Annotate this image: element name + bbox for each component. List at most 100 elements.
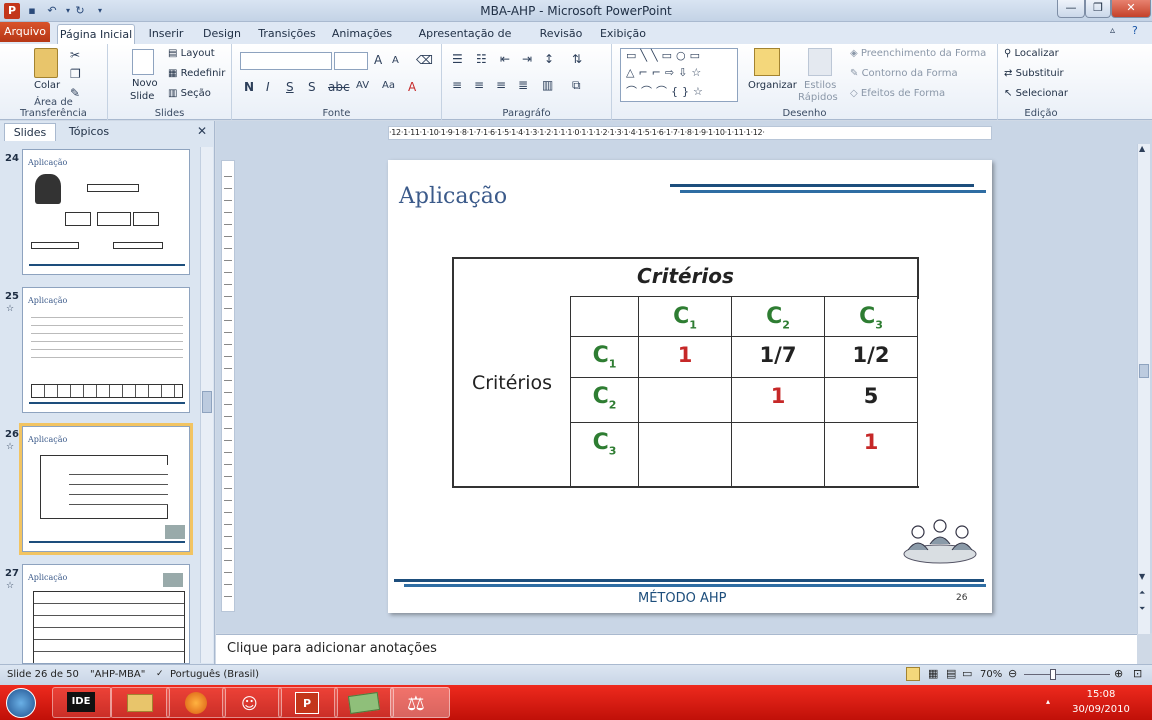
text-direction-icon[interactable]: ⇅ [572, 52, 582, 66]
shadow-icon[interactable]: S [308, 80, 316, 94]
new-slide-label-2[interactable]: Slide [130, 91, 154, 102]
minimize-ribbon-icon[interactable]: ▵ [1110, 25, 1115, 36]
start-button[interactable] [6, 688, 36, 718]
tray-arrow-icon[interactable]: ▴ [1046, 697, 1050, 706]
prev-slide-icon[interactable]: ⏶ [1139, 588, 1145, 598]
editor-scrollbar[interactable]: ▲ ▼ ⏶ ⏷ [1137, 144, 1150, 634]
reading-view-icon[interactable]: ▤ [946, 667, 956, 680]
zoom-slider-thumb[interactable] [1050, 669, 1056, 680]
font-color-icon[interactable]: A [408, 80, 416, 94]
panel-scrollbar[interactable] [200, 147, 213, 663]
close-button[interactable]: ✕ [1111, 0, 1151, 18]
zoom-slider[interactable] [1024, 674, 1110, 675]
tab-animacoes[interactable]: Animações [328, 24, 396, 44]
tab-apresentacao[interactable]: Apresentação de Slides [404, 24, 526, 60]
clock-date[interactable]: 30/09/2010 [1056, 704, 1146, 715]
cell-2-3[interactable]: 5 [825, 384, 917, 408]
underline-icon[interactable]: S [286, 80, 294, 94]
zoom-out-icon[interactable]: ⊖ [1008, 667, 1017, 680]
line-spacing-icon[interactable]: ↕ [544, 52, 554, 66]
shape-outline-button[interactable]: ✎ Contorno da Forma [850, 68, 958, 79]
tab-slides[interactable]: Slides [4, 123, 56, 141]
layout-button[interactable]: ▤ Layout [168, 48, 215, 59]
tab-revisao[interactable]: Revisão [534, 24, 588, 44]
notes-placeholder[interactable]: Clique para adicionar anotações [227, 641, 437, 656]
file-tab[interactable]: Arquivo [0, 22, 50, 42]
paste-button[interactable]: Colar [34, 80, 60, 91]
font-size-input[interactable] [334, 52, 368, 70]
help-icon[interactable]: ? [1132, 24, 1138, 37]
columns-icon[interactable]: ▥ [542, 78, 553, 92]
select-button[interactable]: ↖ Selecionar [1004, 88, 1068, 99]
panel-scroll-thumb[interactable] [202, 391, 212, 413]
change-case-icon[interactable]: Aa [382, 80, 395, 91]
quick-styles-icon[interactable] [808, 48, 832, 76]
new-slide-label-1[interactable]: Novo [132, 78, 158, 89]
maximize-button[interactable]: ❐ [1085, 0, 1111, 18]
spacing-icon[interactable]: AV [356, 80, 369, 91]
theme-name[interactable]: "AHP-MBA" [90, 669, 145, 680]
slide-thumbnail-26[interactable]: Aplicação [19, 423, 193, 555]
scroll-up-icon[interactable]: ▲ [1139, 144, 1145, 153]
taskbar-ide[interactable]: IDE [52, 687, 112, 718]
minimize-button[interactable]: — [1057, 0, 1085, 18]
zoom-level[interactable]: 70% [980, 669, 1002, 680]
italic-icon[interactable]: I [266, 80, 270, 94]
tab-design[interactable]: Design [198, 24, 246, 44]
spelling-icon[interactable]: ✓ [156, 669, 164, 679]
fit-to-window-icon[interactable]: ⊡ [1133, 667, 1142, 680]
align-left-icon[interactable]: ≡ [452, 78, 462, 92]
close-panel-icon[interactable]: ✕ [197, 124, 207, 138]
bold-icon[interactable]: N [244, 80, 254, 94]
clear-format-icon[interactable]: ⌫ [416, 53, 433, 67]
notes-pane[interactable]: Clique para adicionar anotações [216, 634, 1137, 664]
align-right-icon[interactable]: ≡ [496, 78, 506, 92]
cell-1-1[interactable]: 1 [639, 343, 731, 367]
shapes-row-3-icon[interactable]: ⌒⌒⌒{}☆ [626, 83, 707, 99]
shapes-row-2-icon[interactable]: △⌐⌐⇨⇩☆ [626, 66, 705, 79]
tab-pagina-inicial[interactable]: Página Inicial [57, 24, 135, 44]
clock-time[interactable]: 15:08 [1056, 689, 1146, 700]
editor-scroll-thumb[interactable] [1139, 364, 1149, 378]
align-center-icon[interactable]: ≡ [474, 78, 484, 92]
replace-button[interactable]: ⇄ Substituir [1004, 68, 1064, 79]
normal-view-icon[interactable] [906, 667, 920, 681]
taskbar-balance[interactable]: ⚖ [390, 687, 450, 718]
bullets-icon[interactable]: ☰ [452, 52, 463, 66]
font-name-input[interactable] [240, 52, 332, 70]
meeting-clipart-icon[interactable] [896, 516, 984, 566]
section-button[interactable]: ▥ Seção [168, 88, 211, 99]
quick-styles-label-1[interactable]: Estilos [804, 80, 836, 91]
taskbar-people[interactable]: ☺ [222, 687, 282, 718]
zoom-in-icon[interactable]: ⊕ [1114, 667, 1123, 680]
slide-thumbnail-25[interactable]: Aplicação [22, 287, 190, 413]
reset-button[interactable]: ▦ Redefinir [168, 68, 225, 79]
scroll-down-icon[interactable]: ▼ [1139, 572, 1145, 581]
cell-1-3[interactable]: 1/2 [825, 343, 917, 367]
taskbar-explorer[interactable] [110, 687, 170, 718]
slideshow-icon[interactable]: ▭ [962, 667, 972, 680]
shape-effects-button[interactable]: ◇ Efeitos de Forma [850, 88, 945, 99]
shrink-font-icon[interactable]: A [392, 55, 399, 66]
numbering-icon[interactable]: ☷ [476, 52, 487, 66]
next-slide-icon[interactable]: ⏷ [1139, 604, 1145, 614]
language[interactable]: Português (Brasil) [170, 669, 259, 680]
taskbar-firefox[interactable] [166, 687, 226, 718]
justify-icon[interactable]: ≣ [518, 78, 528, 92]
arrange-icon[interactable] [754, 48, 780, 76]
tab-topicos[interactable]: Tópicos [58, 123, 120, 141]
slide-title[interactable]: Aplicação [399, 184, 507, 209]
slide-sorter-icon[interactable]: ▦ [928, 667, 938, 680]
cell-3-3[interactable]: 1 [825, 430, 917, 454]
cut-icon[interactable]: ✂ [70, 48, 80, 62]
tab-exibicao[interactable]: Exibição [594, 24, 652, 44]
cell-2-2[interactable]: 1 [732, 384, 824, 408]
strikethrough-icon[interactable]: abc [328, 80, 350, 94]
tab-transicoes[interactable]: Transições [254, 24, 320, 44]
smartart-icon[interactable]: ⧉ [572, 78, 581, 93]
taskbar-powerpoint[interactable]: P [278, 687, 338, 718]
tab-inserir[interactable]: Inserir [142, 24, 190, 44]
shapes-row-1-icon[interactable]: ▭╲╲▭○▭ [626, 49, 704, 62]
grow-font-icon[interactable]: A [374, 53, 382, 67]
taskbar-money[interactable] [334, 687, 394, 718]
